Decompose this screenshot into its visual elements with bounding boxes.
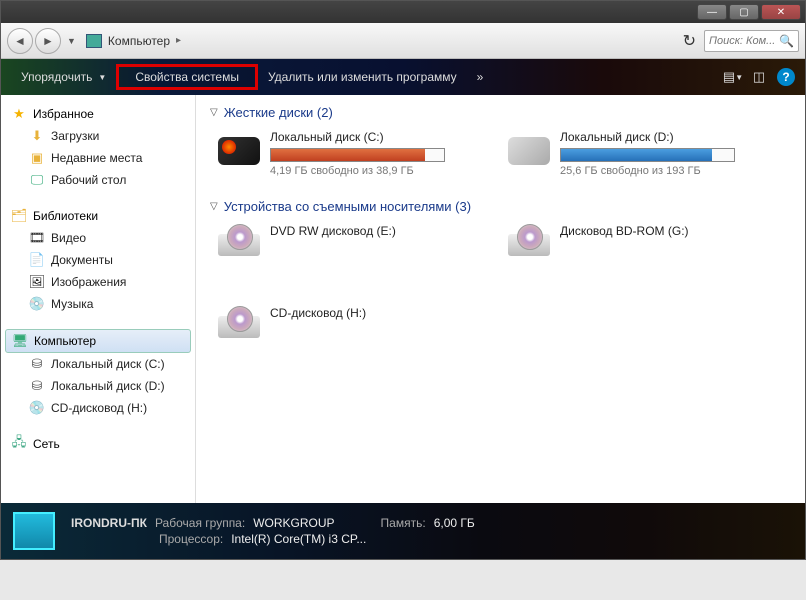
command-bar: Упорядочить ▼ Свойства системы Удалить и… (1, 59, 805, 95)
maximize-button[interactable]: ▢ (729, 4, 759, 20)
download-icon: ⬇ (29, 128, 45, 144)
collapse-icon: ▽ (210, 201, 218, 212)
toolbar-overflow[interactable]: » (467, 66, 494, 88)
sidebar-item-recent[interactable]: ▣Недавние места (5, 147, 191, 169)
sidebar-computer[interactable]: 🖥 Компьютер (5, 329, 191, 353)
collapse-icon: ▽ (210, 107, 218, 118)
cd-drive-icon (218, 316, 260, 338)
bd-icon (508, 234, 550, 256)
music-icon: 💿 (29, 296, 45, 312)
details-pane: IRONDRU-ПК Рабочая группа: WORKGROUP Пам… (1, 503, 805, 559)
breadcrumb[interactable]: Компьютер (108, 34, 170, 48)
address-bar[interactable]: Компьютер ▸ (86, 34, 187, 48)
preview-pane-icon[interactable]: ◫ (751, 69, 767, 85)
navigation-pane: ★ Избранное ⬇Загрузки ▣Недавние места 🖵Р… (1, 95, 196, 527)
sidebar-item-documents[interactable]: 📄Документы (5, 249, 191, 271)
dvd-icon (218, 234, 260, 256)
computer-large-icon (13, 512, 55, 550)
workgroup-label: Рабочая группа: (155, 516, 245, 530)
sidebar-libraries[interactable]: 🗂 Библиотеки (5, 205, 191, 227)
cd-icon: 💿 (29, 400, 45, 416)
memory-value: 6,00 ГБ (434, 516, 475, 530)
refresh-button[interactable]: ↻ (683, 31, 696, 51)
drive-bd-g[interactable]: Дисковод BD-ROM (G:) (508, 224, 758, 266)
free-space-text: 4,19 ГБ свободно из 38,9 ГБ (270, 165, 468, 177)
capacity-bar (270, 148, 445, 162)
close-button[interactable]: ✕ (761, 4, 801, 20)
explorer-window: — ▢ ✕ ◄ ► ▼ Компьютер ▸ ↻ 🔍 Упорядочить … (0, 0, 806, 560)
drive-dvd-e[interactable]: DVD RW дисковод (E:) (218, 224, 468, 266)
network-icon: 🖧 (11, 436, 27, 452)
hdd-icon (218, 137, 260, 165)
section-hard-disks[interactable]: ▽ Жесткие диски (2) (210, 105, 791, 120)
back-button[interactable]: ◄ (7, 28, 33, 54)
drive-cd-h[interactable]: CD-дисковод (H:) (218, 306, 468, 348)
content-pane: ▽ Жесткие диски (2) Локальный диск (C:) … (196, 95, 805, 527)
search-input[interactable] (709, 35, 774, 47)
computer-icon: 🖥 (12, 333, 28, 349)
sidebar-favorites[interactable]: ★ Избранное (5, 103, 191, 125)
sidebar-item-downloads[interactable]: ⬇Загрузки (5, 125, 191, 147)
disk-icon: ⛁ (29, 378, 45, 394)
system-properties-button[interactable]: Свойства системы (116, 64, 258, 90)
minimize-button[interactable]: — (697, 4, 727, 20)
section-removable[interactable]: ▽ Устройства со съемными носителями (3) (210, 199, 791, 214)
capacity-bar (560, 148, 735, 162)
view-options-icon[interactable]: ▤▼ (725, 69, 741, 85)
drive-label: Локальный диск (D:) (560, 130, 758, 144)
computer-icon (86, 34, 102, 48)
forward-button[interactable]: ► (35, 28, 61, 54)
title-bar: — ▢ ✕ (1, 1, 805, 23)
breadcrumb-separator-icon[interactable]: ▸ (176, 35, 181, 46)
search-box[interactable]: 🔍 (704, 30, 799, 52)
drive-d[interactable]: Локальный диск (D:) 25,6 ГБ свободно из … (508, 130, 758, 177)
sidebar-item-disk-d[interactable]: ⛁Локальный диск (D:) (5, 375, 191, 397)
body-area: ★ Избранное ⬇Загрузки ▣Недавние места 🖵Р… (1, 95, 805, 527)
recent-icon: ▣ (29, 150, 45, 166)
workgroup-value: WORKGROUP (253, 516, 334, 530)
desktop-icon: 🖵 (29, 172, 45, 188)
memory-label: Память: (381, 516, 426, 530)
cpu-label: Процессор: (159, 532, 223, 546)
free-space-text: 25,6 ГБ свободно из 193 ГБ (560, 165, 758, 177)
video-icon: 🎞 (29, 230, 45, 246)
sidebar-item-music[interactable]: 💿Музыка (5, 293, 191, 315)
sidebar-network[interactable]: 🖧 Сеть (5, 433, 191, 455)
navigation-bar: ◄ ► ▼ Компьютер ▸ ↻ 🔍 (1, 23, 805, 59)
pictures-icon: 🖼 (29, 274, 45, 290)
sidebar-item-disk-c[interactable]: ⛁Локальный диск (C:) (5, 353, 191, 375)
drive-label: DVD RW дисковод (E:) (270, 224, 468, 238)
documents-icon: 📄 (29, 252, 45, 268)
history-dropdown-icon[interactable]: ▼ (67, 36, 76, 46)
drive-label: Локальный диск (C:) (270, 130, 468, 144)
organize-menu[interactable]: Упорядочить ▼ (11, 66, 116, 88)
chevron-down-icon: ▼ (98, 73, 106, 82)
cpu-value: Intel(R) Core(TM) i3 CP... (231, 532, 366, 546)
star-icon: ★ (11, 106, 27, 122)
sidebar-item-desktop[interactable]: 🖵Рабочий стол (5, 169, 191, 191)
drive-label: CD-дисковод (H:) (270, 306, 468, 320)
uninstall-program-button[interactable]: Удалить или изменить программу (258, 66, 467, 88)
drive-c[interactable]: Локальный диск (C:) 4,19 ГБ свободно из … (218, 130, 468, 177)
drive-label: Дисковод BD-ROM (G:) (560, 224, 758, 238)
sidebar-item-videos[interactable]: 🎞Видео (5, 227, 191, 249)
hdd-icon (508, 137, 550, 165)
search-icon: 🔍 (779, 34, 794, 48)
disk-icon: ⛁ (29, 356, 45, 372)
sidebar-item-pictures[interactable]: 🖼Изображения (5, 271, 191, 293)
sidebar-item-cd-h[interactable]: 💿CD-дисковод (H:) (5, 397, 191, 419)
libraries-icon: 🗂 (11, 208, 27, 224)
pc-name: IRONDRU-ПК (71, 516, 147, 530)
help-icon[interactable]: ? (777, 68, 795, 86)
